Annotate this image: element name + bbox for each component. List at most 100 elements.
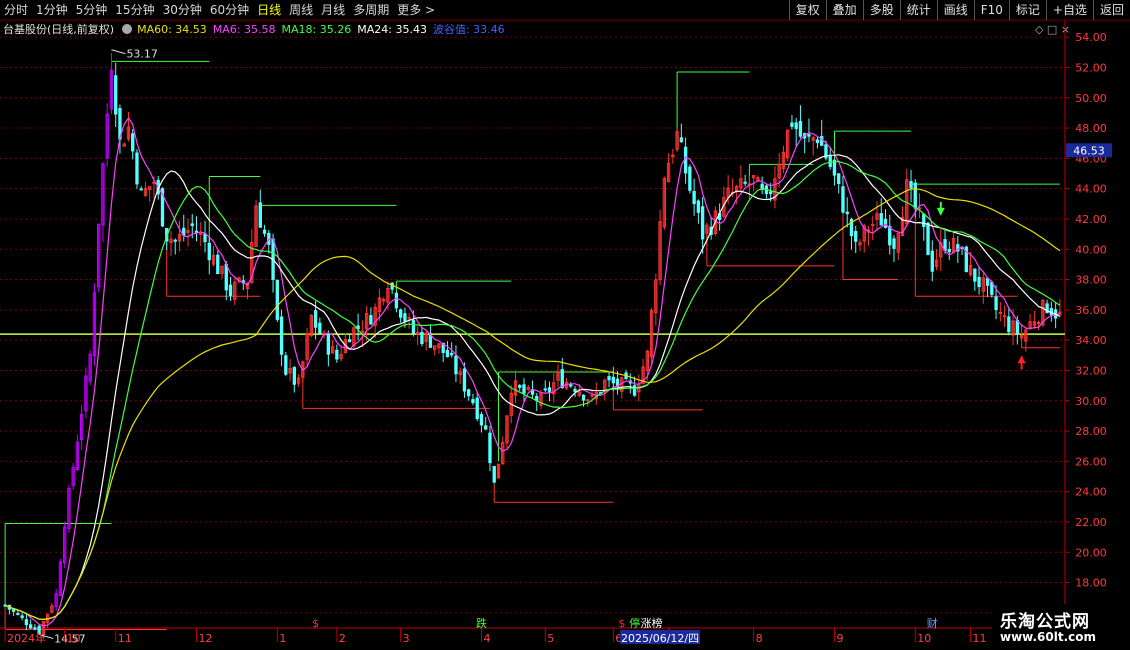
candle-body bbox=[135, 152, 139, 185]
candle-body bbox=[854, 231, 858, 242]
candle-body bbox=[313, 310, 318, 328]
price-tick-label: 48.00 bbox=[1075, 122, 1107, 135]
event-mark: 涨榜 bbox=[641, 616, 663, 630]
candle-body bbox=[411, 319, 416, 334]
price-tick-label: 50.00 bbox=[1075, 92, 1107, 105]
price-tick-label: 18.00 bbox=[1075, 577, 1107, 590]
candle-body bbox=[794, 122, 798, 130]
candle-body bbox=[518, 385, 522, 388]
price-tick-label: 54.00 bbox=[1075, 31, 1107, 44]
candle-body bbox=[16, 612, 20, 615]
candle-body bbox=[11, 609, 16, 612]
month-label: 12 bbox=[199, 632, 213, 645]
candle-body bbox=[590, 394, 594, 397]
candle-body bbox=[569, 384, 573, 387]
candle-body bbox=[837, 173, 841, 184]
price-tick-label: 30.00 bbox=[1075, 395, 1107, 408]
annotation-pointer bbox=[111, 49, 126, 55]
watermark-url: www.60lt.com bbox=[1000, 630, 1097, 644]
candle-body bbox=[560, 369, 564, 389]
candle-body bbox=[688, 166, 692, 191]
candle-body bbox=[203, 233, 207, 243]
price-tick-label: 36.00 bbox=[1075, 304, 1107, 317]
candle-body bbox=[284, 355, 288, 375]
candle-body bbox=[841, 186, 845, 213]
candle-body bbox=[909, 180, 913, 189]
candle-body bbox=[394, 292, 399, 309]
candle-body bbox=[845, 211, 849, 215]
event-mark: 跌 bbox=[476, 616, 487, 630]
candle-body bbox=[888, 225, 892, 246]
candle-body bbox=[586, 399, 590, 402]
event-mark: $ bbox=[312, 617, 319, 630]
candle-body bbox=[462, 368, 467, 392]
candle-body bbox=[611, 376, 615, 384]
month-label: 2024年 bbox=[7, 631, 46, 645]
candle-body bbox=[832, 159, 837, 176]
candle-body bbox=[998, 311, 1003, 314]
candle-body bbox=[199, 232, 203, 235]
candlestick-chart[interactable]: 16.0018.0020.0022.0024.0026.0028.0030.00… bbox=[0, 0, 1130, 650]
candle-body bbox=[369, 315, 373, 325]
candle-body bbox=[445, 349, 450, 358]
month-label: 10 bbox=[67, 632, 81, 645]
candle-body bbox=[683, 146, 688, 174]
candle-body bbox=[547, 387, 552, 393]
candle-body bbox=[930, 250, 934, 272]
date-cursor-label: 2025/06/12/四 bbox=[621, 632, 699, 645]
candle-body bbox=[743, 181, 747, 184]
price-tick-label: 24.00 bbox=[1075, 486, 1107, 499]
candle-body bbox=[292, 367, 297, 385]
candle-body bbox=[828, 155, 832, 167]
candle-body bbox=[390, 282, 394, 290]
ma-line-ma60 bbox=[4, 188, 1061, 621]
price-tick-label: 22.00 bbox=[1075, 516, 1107, 529]
price-tick-label: 26.00 bbox=[1075, 455, 1107, 468]
price-tick-label: 44.00 bbox=[1075, 183, 1107, 196]
watermark-title: 乐淘公式网 bbox=[1000, 612, 1090, 632]
candle-body bbox=[883, 218, 888, 228]
candle-body bbox=[475, 397, 479, 420]
candle-body bbox=[696, 200, 701, 213]
candle-body bbox=[20, 615, 24, 618]
candle-body bbox=[926, 222, 930, 256]
candle-body bbox=[420, 331, 424, 344]
month-label: 11 bbox=[118, 632, 132, 645]
candle-body bbox=[700, 206, 705, 240]
candle-body bbox=[190, 223, 194, 227]
candle-body bbox=[335, 349, 339, 360]
candle-body bbox=[279, 316, 284, 355]
candle-body bbox=[917, 207, 922, 210]
candle-body bbox=[347, 339, 352, 343]
candle-body bbox=[471, 399, 475, 404]
candle-body bbox=[228, 284, 233, 297]
candle-body bbox=[543, 388, 547, 391]
candle-body bbox=[139, 188, 143, 191]
month-label: 9 bbox=[836, 632, 843, 645]
month-label: 4 bbox=[483, 632, 490, 645]
candle-body bbox=[798, 120, 803, 137]
month-label: 5 bbox=[547, 632, 554, 645]
candle-body bbox=[173, 239, 177, 242]
price-tick-label: 32.00 bbox=[1075, 364, 1107, 377]
month-label: 3 bbox=[403, 632, 410, 645]
candle-body bbox=[33, 627, 37, 630]
candle-body bbox=[24, 619, 29, 626]
candle-body bbox=[488, 432, 492, 464]
month-label: 11 bbox=[973, 632, 987, 645]
candle-body bbox=[492, 465, 496, 483]
price-tick-label: 34.00 bbox=[1075, 334, 1107, 347]
price-tick-label: 28.00 bbox=[1075, 425, 1107, 438]
last-price-label: 46.53 bbox=[1073, 144, 1105, 157]
candle-body bbox=[398, 309, 403, 318]
candle-body bbox=[947, 248, 951, 253]
price-tick-label: 52.00 bbox=[1075, 61, 1107, 74]
candle-body bbox=[224, 263, 228, 291]
candle-body bbox=[207, 242, 211, 261]
event-mark: 财 bbox=[927, 616, 938, 630]
candle-body bbox=[573, 388, 577, 392]
candle-body bbox=[275, 279, 279, 320]
candle-body bbox=[815, 139, 820, 144]
candle-body bbox=[973, 268, 977, 282]
candle-body bbox=[913, 182, 917, 209]
